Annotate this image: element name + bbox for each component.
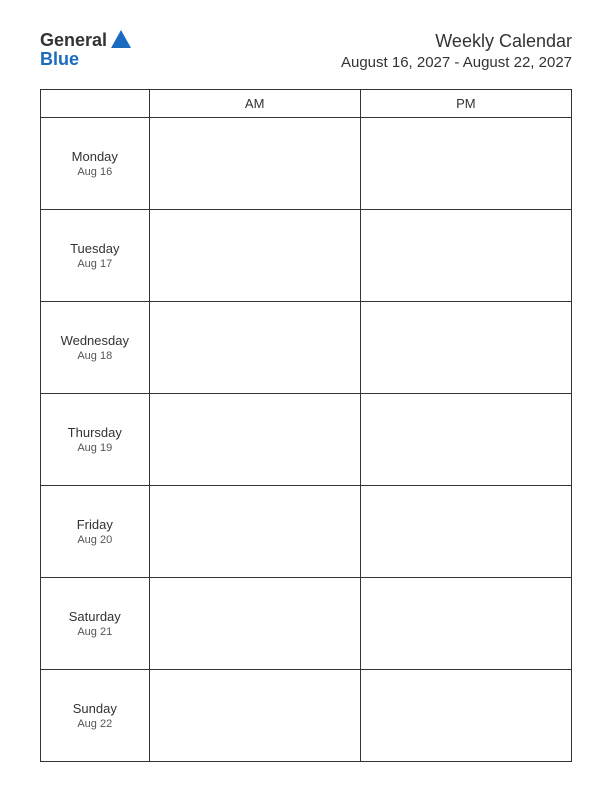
am-cell-wednesday: [149, 301, 360, 393]
day-name: Wednesday: [45, 333, 145, 348]
pm-cell-sunday: [360, 669, 571, 761]
day-date: Aug 19: [45, 442, 145, 454]
day-cell-saturday: Saturday Aug 21: [41, 577, 150, 669]
pm-cell-wednesday: [360, 301, 571, 393]
pm-cell-monday: [360, 117, 571, 209]
table-row: Saturday Aug 21: [41, 577, 572, 669]
day-date: Aug 16: [45, 166, 145, 178]
table-row: Thursday Aug 19: [41, 393, 572, 485]
day-date: Aug 22: [45, 718, 145, 730]
day-cell-tuesday: Tuesday Aug 17: [41, 209, 150, 301]
pm-cell-friday: [360, 485, 571, 577]
day-name: Saturday: [45, 609, 145, 624]
logo-general: General: [40, 31, 107, 49]
table-row: Friday Aug 20: [41, 485, 572, 577]
logo: General Blue: [40, 30, 131, 68]
logo-blue: Blue: [40, 50, 79, 68]
table-row: Monday Aug 16: [41, 117, 572, 209]
day-cell-sunday: Sunday Aug 22: [41, 669, 150, 761]
day-name: Tuesday: [45, 241, 145, 256]
page: General Blue Weekly Calendar August 16, …: [0, 0, 612, 792]
col-header-pm: PM: [360, 89, 571, 117]
day-name: Thursday: [45, 425, 145, 440]
day-name: Friday: [45, 517, 145, 532]
pm-cell-tuesday: [360, 209, 571, 301]
title-area: Weekly Calendar August 16, 2027 - August…: [341, 30, 572, 73]
calendar-table: AM PM Monday Aug 16 Tuesday Aug 17 Wednesday…: [40, 89, 572, 762]
calendar-title: Weekly Calendar: [341, 30, 572, 53]
am-cell-sunday: [149, 669, 360, 761]
day-date: Aug 20: [45, 534, 145, 546]
table-header-row: AM PM: [41, 89, 572, 117]
day-cell-wednesday: Wednesday Aug 18: [41, 301, 150, 393]
day-date: Aug 21: [45, 626, 145, 638]
day-cell-thursday: Thursday Aug 19: [41, 393, 150, 485]
day-cell-monday: Monday Aug 16: [41, 117, 150, 209]
day-cell-friday: Friday Aug 20: [41, 485, 150, 577]
day-name: Monday: [45, 149, 145, 164]
table-row: Wednesday Aug 18: [41, 301, 572, 393]
header: General Blue Weekly Calendar August 16, …: [40, 30, 572, 73]
col-header-empty: [41, 89, 150, 117]
am-cell-tuesday: [149, 209, 360, 301]
day-date: Aug 17: [45, 258, 145, 270]
am-cell-thursday: [149, 393, 360, 485]
am-cell-friday: [149, 485, 360, 577]
col-header-am: AM: [149, 89, 360, 117]
am-cell-saturday: [149, 577, 360, 669]
am-cell-monday: [149, 117, 360, 209]
table-row: Tuesday Aug 17: [41, 209, 572, 301]
date-range: August 16, 2027 - August 22, 2027: [341, 53, 572, 73]
day-date: Aug 18: [45, 350, 145, 362]
pm-cell-thursday: [360, 393, 571, 485]
logo-triangle-icon: [111, 30, 131, 48]
pm-cell-saturday: [360, 577, 571, 669]
day-name: Sunday: [45, 701, 145, 716]
table-row: Sunday Aug 22: [41, 669, 572, 761]
